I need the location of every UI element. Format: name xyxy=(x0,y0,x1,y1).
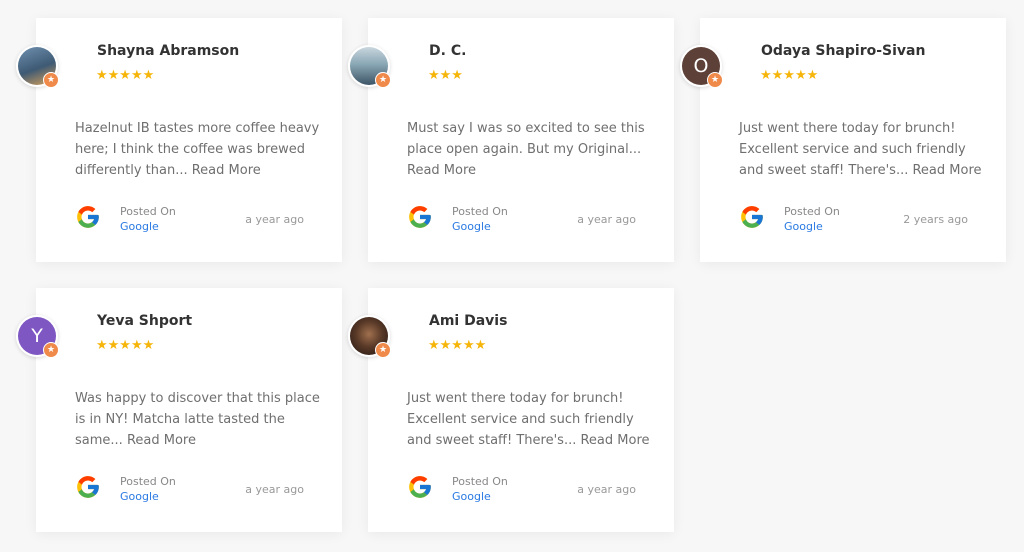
read-more-link[interactable]: Read More xyxy=(192,163,261,178)
read-more-link[interactable]: Read More xyxy=(127,433,196,448)
avatar[interactable]: ★ xyxy=(16,45,59,88)
review-card: ★ Shayna Abramson ★★★★★ Hazelnut IB tast… xyxy=(16,18,342,262)
google-badge-icon: ★ xyxy=(43,72,59,88)
google-icon xyxy=(409,206,431,228)
read-more-link[interactable]: Read More xyxy=(912,163,981,178)
avatar[interactable]: ★ xyxy=(348,315,391,358)
source-link[interactable]: Google xyxy=(120,489,176,504)
review-time: a year ago xyxy=(245,213,304,226)
review-time: 2 years ago xyxy=(903,213,968,226)
posted-on-label: Posted On xyxy=(120,475,176,488)
posted-on-label: Posted On xyxy=(120,205,176,218)
review-card: ★ D. C. ★★★ Must say I was so excited to… xyxy=(348,18,674,262)
review-time: a year ago xyxy=(577,483,636,496)
source-link[interactable]: Google xyxy=(120,219,176,234)
review-card: O ★ Odaya Shapiro-Sivan ★★★★★ Just went … xyxy=(680,18,1006,262)
google-icon xyxy=(741,206,763,228)
star-rating: ★★★★★ xyxy=(760,68,819,83)
review-text: Hazelnut IB tastes more coffee heavy her… xyxy=(75,118,325,181)
review-card: ★ Ami Davis ★★★★★ Just went there today … xyxy=(348,288,674,532)
read-more-link[interactable]: Read More xyxy=(580,433,649,448)
google-badge-icon: ★ xyxy=(375,72,391,88)
star-rating: ★★★ xyxy=(428,68,463,83)
posted-on: Posted On Google xyxy=(452,474,508,504)
google-icon xyxy=(77,476,99,498)
star-rating: ★★★★★ xyxy=(428,338,487,353)
review-card: Y ★ Yeva Shport ★★★★★ Was happy to disco… xyxy=(16,288,342,532)
review-time: a year ago xyxy=(245,483,304,496)
review-text: Must say I was so excited to see this pl… xyxy=(407,118,657,181)
avatar[interactable]: Y ★ xyxy=(16,315,59,358)
source-link[interactable]: Google xyxy=(784,219,840,234)
star-rating: ★★★★★ xyxy=(96,338,155,353)
posted-on: Posted On Google xyxy=(452,204,508,234)
google-icon xyxy=(409,476,431,498)
avatar[interactable]: O ★ xyxy=(680,45,723,88)
reviewer-name[interactable]: D. C. xyxy=(429,43,466,59)
reviewer-name[interactable]: Shayna Abramson xyxy=(97,43,239,59)
google-icon xyxy=(77,206,99,228)
review-text: Just went there today for brunch! Excell… xyxy=(407,388,657,451)
read-more-link[interactable]: Read More xyxy=(407,163,476,178)
posted-on: Posted On Google xyxy=(784,204,840,234)
source-link[interactable]: Google xyxy=(452,219,508,234)
review-body: Was happy to discover that this place is… xyxy=(75,391,320,448)
posted-on: Posted On Google xyxy=(120,474,176,504)
avatar[interactable]: ★ xyxy=(348,45,391,88)
source-link[interactable]: Google xyxy=(452,489,508,504)
star-rating: ★★★★★ xyxy=(96,68,155,83)
google-badge-icon: ★ xyxy=(43,342,59,358)
posted-on-label: Posted On xyxy=(784,205,840,218)
reviewer-name[interactable]: Odaya Shapiro-Sivan xyxy=(761,43,925,59)
review-time: a year ago xyxy=(577,213,636,226)
google-badge-icon: ★ xyxy=(707,72,723,88)
review-body: Must say I was so excited to see this pl… xyxy=(407,121,645,157)
posted-on-label: Posted On xyxy=(452,475,508,488)
posted-on: Posted On Google xyxy=(120,204,176,234)
posted-on-label: Posted On xyxy=(452,205,508,218)
reviewer-name[interactable]: Yeva Shport xyxy=(97,313,192,329)
review-text: Was happy to discover that this place is… xyxy=(75,388,325,451)
reviewer-name[interactable]: Ami Davis xyxy=(429,313,507,329)
review-text: Just went there today for brunch! Excell… xyxy=(739,118,989,181)
google-badge-icon: ★ xyxy=(375,342,391,358)
